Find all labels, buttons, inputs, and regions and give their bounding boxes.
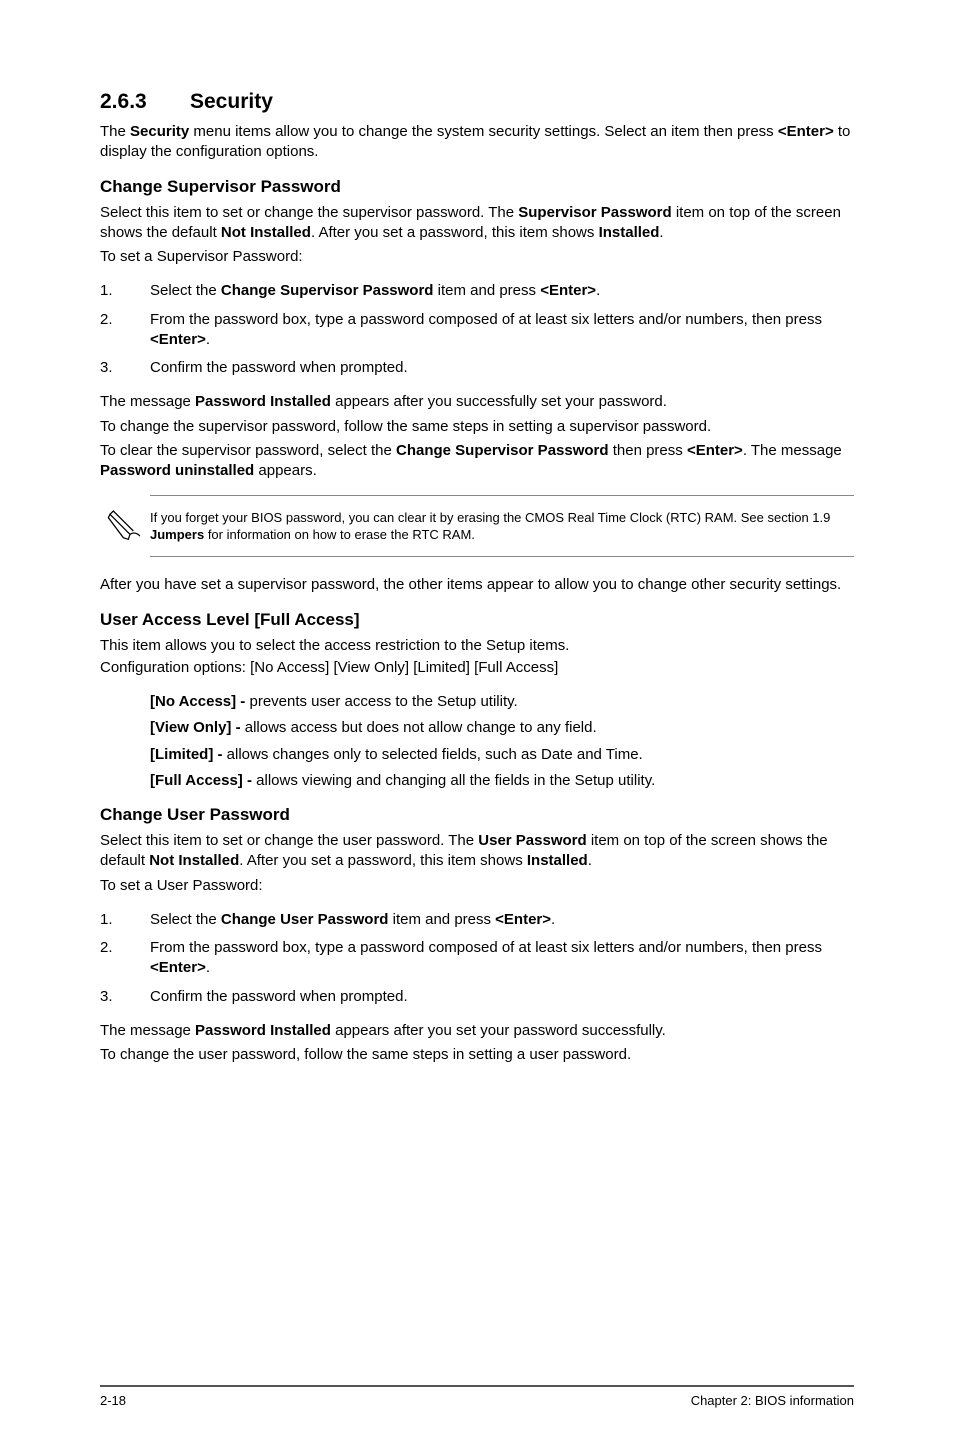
ual-opt: [Full Access] - allows viewing and chang…	[150, 771, 854, 791]
note-pencil-icon	[100, 506, 150, 546]
chapter-label: Chapter 2: BIOS information	[691, 1393, 854, 1408]
ual-opt: [Limited] - allows changes only to selec…	[150, 745, 854, 765]
ual-heading: User Access Level [Full Access]	[100, 610, 854, 630]
cup-desc: Select this item to set or change the us…	[100, 831, 854, 872]
csp-desc: Select this item to set or change the su…	[100, 203, 854, 244]
list-item: 1. Select the Change Supervisor Password…	[100, 281, 854, 301]
csp-after2: To change the supervisor password, follo…	[100, 417, 854, 437]
cup-after1: The message Password Installed appears a…	[100, 1021, 854, 1041]
cup-p2: To set a User Password:	[100, 876, 854, 896]
csp-heading: Change Supervisor Password	[100, 177, 854, 197]
section-heading: 2.6.3Security	[100, 90, 854, 114]
section-intro: The Security menu items allow you to cha…	[100, 122, 854, 163]
cup-steps: 1. Select the Change User Password item …	[100, 910, 854, 1007]
section-number: 2.6.3	[100, 90, 190, 114]
ual-opt: [No Access] - prevents user access to th…	[150, 692, 854, 712]
ual-p2: Configuration options: [No Access] [View…	[100, 658, 854, 678]
list-item: 3. Confirm the password when prompted.	[100, 987, 854, 1007]
ual-options: [No Access] - prevents user access to th…	[100, 692, 854, 791]
note-box: If you forget your BIOS password, you ca…	[150, 495, 854, 557]
after-note: After you have set a supervisor password…	[100, 575, 854, 595]
csp-after3: To clear the supervisor password, select…	[100, 441, 854, 482]
page-number: 2-18	[100, 1393, 126, 1408]
csp-p2: To set a Supervisor Password:	[100, 247, 854, 267]
ual-opt: [View Only] - allows access but does not…	[150, 718, 854, 738]
list-item: 2. From the password box, type a passwor…	[100, 310, 854, 351]
list-item: 3. Confirm the password when prompted.	[100, 358, 854, 378]
list-item: 2. From the password box, type a passwor…	[100, 938, 854, 979]
note-text: If you forget your BIOS password, you ca…	[150, 509, 854, 544]
csp-after1: The message Password Installed appears a…	[100, 392, 854, 412]
csp-steps: 1. Select the Change Supervisor Password…	[100, 281, 854, 378]
cup-after2: To change the user password, follow the …	[100, 1045, 854, 1065]
ual-p1: This item allows you to select the acces…	[100, 636, 854, 656]
page-footer: 2-18 Chapter 2: BIOS information	[100, 1385, 854, 1408]
section-title: Security	[190, 90, 273, 113]
cup-heading: Change User Password	[100, 805, 854, 825]
list-item: 1. Select the Change User Password item …	[100, 910, 854, 930]
